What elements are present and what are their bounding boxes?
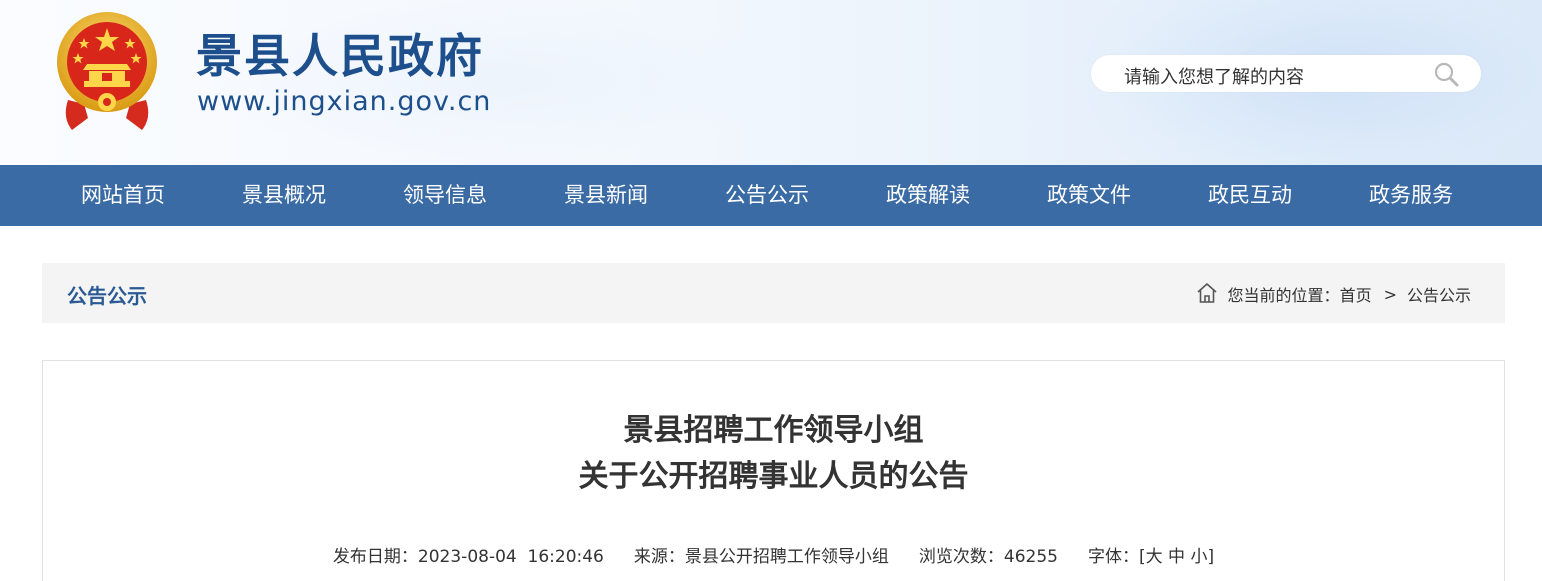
font-bracket-open: [ bbox=[1138, 547, 1146, 567]
nav-item-home[interactable]: 网站首页 bbox=[53, 165, 193, 226]
date-label: 发布日期： bbox=[332, 547, 418, 567]
font-size-label: 字体： bbox=[1087, 547, 1139, 567]
article-container: 景县招聘工作领导小组 关于公开招聘事业人员的公告 发布日期：2023-08-04… bbox=[42, 360, 1505, 581]
home-icon bbox=[1197, 283, 1217, 303]
site-title[interactable]: 景县人民政府 bbox=[196, 20, 484, 86]
breadcrumb: 您当前的位置： 首页 > 公告公示 bbox=[1195, 282, 1471, 306]
breadcrumb-bar: 公告公示 您当前的位置： 首页 > 公告公示 bbox=[42, 263, 1505, 323]
section-title: 公告公示 bbox=[67, 284, 147, 308]
article-title-line-1: 景县招聘工作领导小组 bbox=[623, 413, 924, 448]
breadcrumb-home-link[interactable]: 首页 bbox=[1340, 282, 1372, 306]
nav-item-services[interactable]: 政务服务 bbox=[1341, 165, 1481, 226]
views-label: 浏览次数： bbox=[918, 547, 1004, 567]
view-count: 46255 bbox=[1003, 547, 1058, 567]
search-icon[interactable] bbox=[1433, 61, 1459, 87]
nav-item-announcements[interactable]: 公告公示 bbox=[697, 165, 837, 226]
nav-item-news[interactable]: 景县新闻 bbox=[536, 165, 676, 226]
nav-item-overview[interactable]: 景县概况 bbox=[214, 165, 354, 226]
nav-item-policy-documents[interactable]: 政策文件 bbox=[1019, 165, 1159, 226]
search-input[interactable]: 请输入您想了解的内容 bbox=[1124, 63, 1304, 89]
breadcrumb-current-link[interactable]: 公告公示 bbox=[1407, 282, 1471, 306]
nav-item-policy-interpretation[interactable]: 政策解读 bbox=[858, 165, 998, 226]
font-size-large-button[interactable]: 大 bbox=[1146, 547, 1163, 567]
nav-item-interaction[interactable]: 政民互动 bbox=[1180, 165, 1320, 226]
font-bracket-close: ] bbox=[1207, 547, 1215, 567]
search-box[interactable]: 请输入您想了解的内容 bbox=[1091, 55, 1481, 92]
source-label: 来源： bbox=[633, 547, 685, 567]
article-meta: 发布日期：2023-08-04 16:20:46 来源：景县公开招聘工作领导小组 浏… bbox=[43, 542, 1504, 567]
source-value: 景县公开招聘工作领导小组 bbox=[684, 547, 889, 567]
font-size-medium-button[interactable]: 中 bbox=[1168, 547, 1185, 567]
national-emblem-icon bbox=[57, 12, 157, 130]
article-title-line-2: 关于公开招聘事业人员的公告 bbox=[578, 459, 969, 494]
nav-item-leaders[interactable]: 领导信息 bbox=[375, 165, 515, 226]
site-url[interactable]: www.jingxian.gov.cn bbox=[197, 86, 491, 117]
breadcrumb-separator: > bbox=[1383, 284, 1397, 304]
location-label: 您当前的位置： bbox=[1227, 286, 1340, 305]
publish-date: 2023-08-04 16:20:46 bbox=[417, 547, 604, 567]
main-nav: 网站首页 景县概况 领导信息 景县新闻 公告公示 政策解读 政策文件 政民互动 … bbox=[0, 165, 1542, 226]
site-header: 景县人民政府 www.jingxian.gov.cn 请输入您想了解的内容 bbox=[0, 0, 1542, 165]
font-size-small-button[interactable]: 小 bbox=[1190, 547, 1207, 567]
